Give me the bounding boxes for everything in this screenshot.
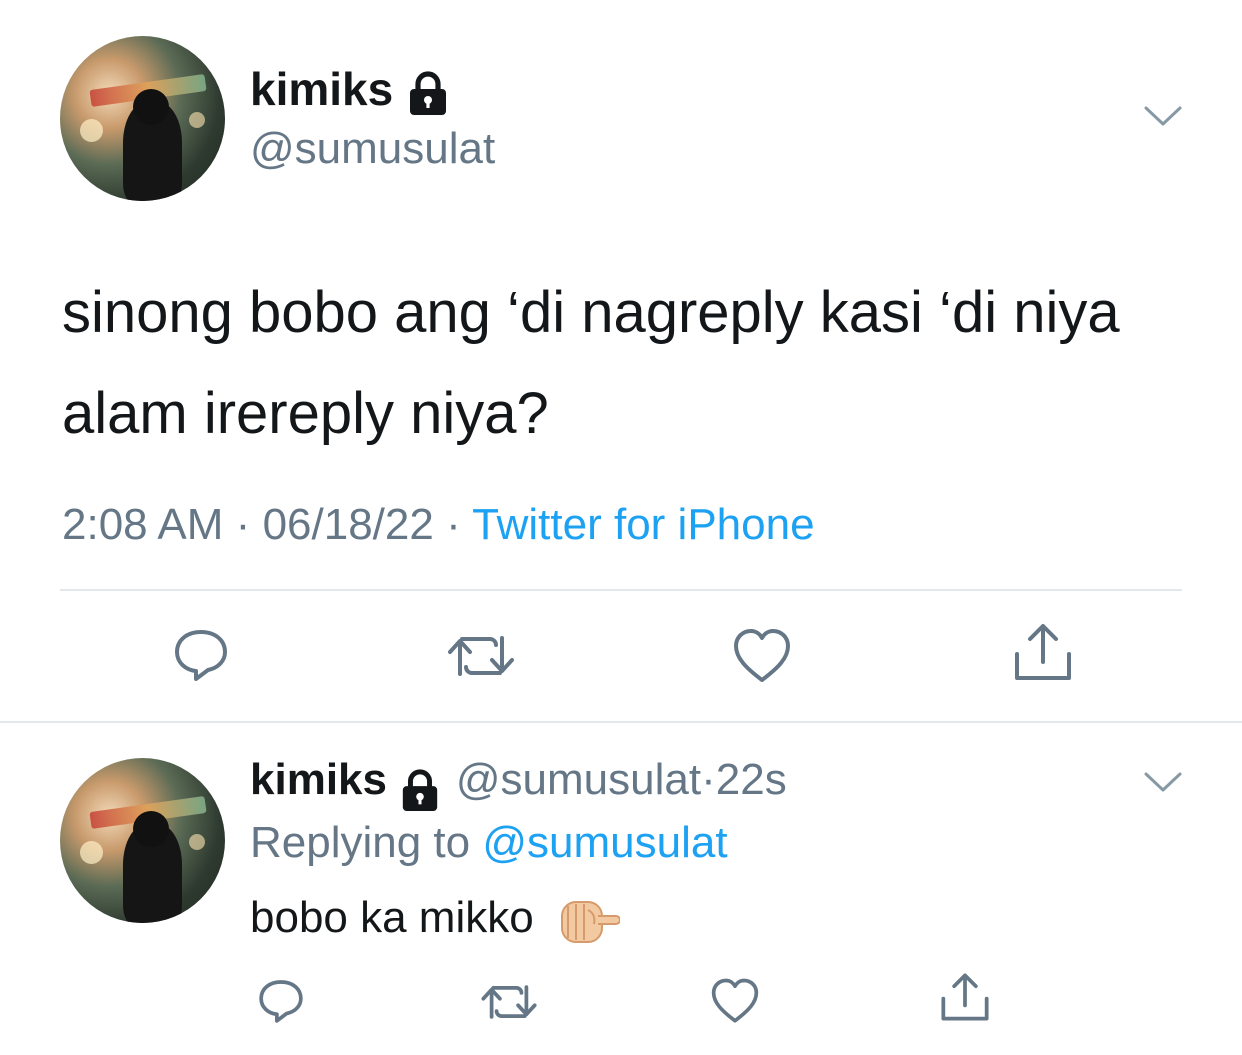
retweet-icon[interactable] [480, 982, 538, 1022]
lock-icon [410, 71, 446, 115]
fist-pointing-icon [560, 901, 620, 944]
tweet-text: sinong bobo ang ‘di nagreply kasi ‘di ni… [62, 280, 1120, 446]
chevron-down-icon[interactable] [1143, 104, 1183, 128]
divider [0, 721, 1242, 723]
reply-icon[interactable] [257, 978, 305, 1024]
share-icon[interactable] [940, 972, 990, 1022]
replying-prefix: Replying to [250, 818, 471, 867]
meta-separator: · [446, 500, 461, 549]
avatar[interactable] [60, 758, 225, 923]
share-icon[interactable] [1013, 622, 1073, 682]
replying-to: Replying to @sumusulat [250, 818, 728, 868]
reply-header: kimiks @sumusulat·22s [250, 755, 787, 812]
display-name[interactable]: kimiks [250, 62, 450, 116]
divider [60, 589, 1182, 591]
tweet-time: 2:08 AM [62, 500, 224, 549]
tweet-date: 06/18/22 [262, 500, 434, 549]
handle[interactable]: @sumusulat [250, 124, 495, 174]
like-icon[interactable] [710, 978, 760, 1024]
avatar[interactable] [60, 36, 225, 201]
retweet-icon[interactable] [446, 632, 516, 680]
tweet-meta: 2:08 AM · 06/18/22 · Twitter for iPhone [62, 500, 815, 550]
reply-text: bobo ka mikko [250, 893, 620, 946]
handle[interactable]: @sumusulat [456, 755, 701, 804]
lock-icon [403, 769, 438, 811]
reply-text-content: bobo ka mikko [250, 893, 534, 942]
meta-separator: · [701, 755, 716, 804]
tweet-source-link[interactable]: Twitter for iPhone [472, 500, 814, 549]
chevron-down-icon[interactable] [1143, 770, 1183, 794]
like-icon[interactable] [732, 628, 792, 684]
meta-separator: · [235, 500, 251, 549]
display-name-text[interactable]: kimiks [250, 63, 393, 115]
tweet-age: 22s [715, 755, 787, 804]
reply-icon[interactable] [172, 628, 230, 682]
display-name-text[interactable]: kimiks [250, 755, 387, 804]
mention-link[interactable]: @sumusulat [482, 818, 727, 867]
